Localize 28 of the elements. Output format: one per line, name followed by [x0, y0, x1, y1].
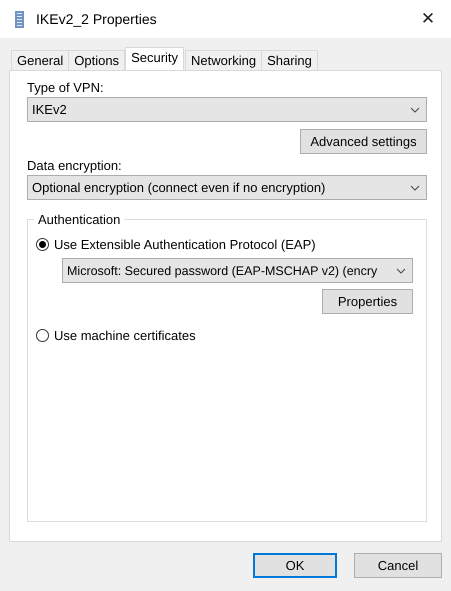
radio-button[interactable]: [36, 329, 49, 342]
field-label: Data encryption:: [27, 158, 123, 173]
radio-button[interactable]: [36, 238, 49, 251]
group-title: Authentication: [34, 212, 124, 227]
tab[interactable]: Options: [68, 50, 126, 70]
network-device-icon: [15, 10, 24, 28]
dialog-button[interactable]: Cancel: [354, 553, 442, 578]
chevron-down-icon: [410, 106, 420, 112]
close-button[interactable]: ✕: [405, 0, 451, 38]
radio-label[interactable]: Use machine certificates: [54, 328, 196, 343]
radio-label[interactable]: Use Extensible Authentication Protocol (EAP): [54, 237, 316, 252]
advanced-settings-button[interactable]: Advanced settings: [300, 129, 427, 154]
dropdown[interactable]: IKEv2: [27, 97, 427, 122]
properties-button[interactable]: Properties: [322, 289, 413, 314]
field-label: Type of VPN:: [27, 80, 105, 95]
tab[interactable]: Networking: [185, 50, 262, 70]
dropdown[interactable]: Optional encryption (connect even if no encryption): [27, 175, 427, 200]
tab[interactable]: General: [11, 50, 70, 70]
tab[interactable]: Sharing: [261, 50, 318, 70]
dialog-button[interactable]: OK: [253, 553, 337, 578]
dropdown-value: Microsoft: Secured password (EAP-MSCHAP v2) (encry: [67, 264, 378, 278]
chevron-down-icon: [396, 268, 406, 274]
tab[interactable]: Security: [125, 47, 184, 70]
chevron-down-icon: [410, 184, 420, 190]
dropdown[interactable]: Microsoft: Secured password (EAP-MSCHAP v2) (encry: [62, 258, 413, 283]
window-title: IKEv2_2 Properties: [36, 11, 158, 27]
dropdown-value: Optional encryption (connect even if no encryption): [32, 180, 326, 195]
dropdown-value: IKEv2: [32, 102, 68, 117]
